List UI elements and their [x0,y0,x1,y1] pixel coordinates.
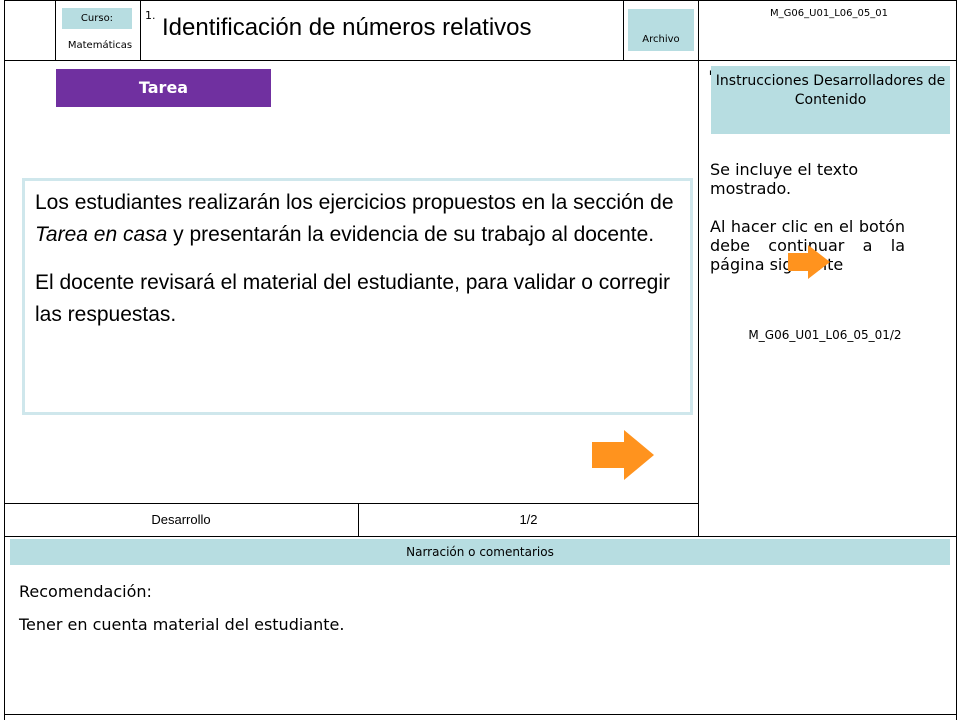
curso-value: Matemáticas [67,40,133,51]
border-bottom [4,714,957,715]
file-code: M_G06_U01_L06_05_01 [770,8,888,19]
paragraph-1: Los estudiantes realizarán los ejercicio… [35,187,680,251]
lesson-number: 1. [145,9,156,22]
page-title: Identificación de números relativos [162,14,532,41]
sidebar-text-1: Se incluye el texto mostrado. [710,160,859,198]
paragraph-1-text: Los estudiantes realizarán los ejercicio… [35,191,674,214]
notes-separator [4,536,957,537]
border-top [4,0,957,1]
border-left [4,0,5,720]
paragraph-1-emphasis: Tarea en casa [35,223,168,246]
header-divider [140,0,141,60]
next-page-code: M_G06_U01_L06_05_01/2 [748,328,902,342]
paragraph-1-text-end: y presentarán la evidencia de su trabajo… [167,223,655,246]
border-right [956,0,957,720]
header-divider [623,0,624,60]
next-arrow-icon[interactable] [590,428,656,482]
recommendation-text: Tener en cuenta material del estudiante. [19,615,345,634]
instructions-header: Instrucciones Desarrolladores de Conteni… [711,66,950,134]
header-separator [4,60,957,61]
notes-header: Narración o comentarios [10,539,950,565]
tarea-banner: Tarea [56,69,271,107]
arrow-icon [786,243,832,281]
paragraph-2: El docente revisará el material del estu… [35,271,670,326]
curso-label: Curso: [62,8,132,29]
header-divider [55,0,56,60]
page-number: 1/2 [519,512,538,527]
main-sidebar-divider [698,0,699,537]
recommendation-label: Recomendación: [19,582,152,601]
content-box: Los estudiantes realizarán los ejercicio… [22,178,693,415]
section-label: Desarrollo [151,512,211,527]
archivo-label: Archivo [628,9,694,51]
